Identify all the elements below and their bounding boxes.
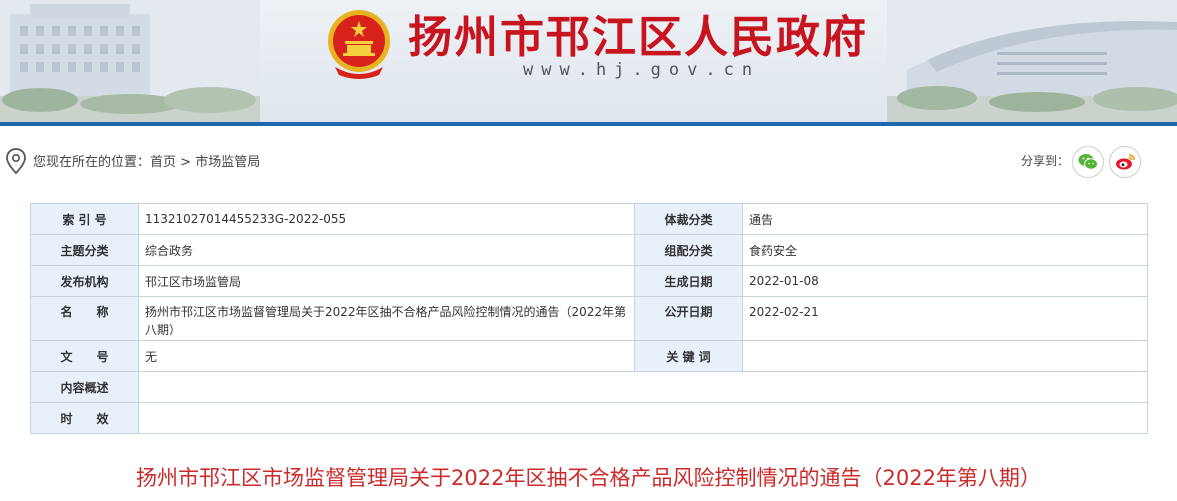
summary-value xyxy=(138,371,1148,403)
modern-building-illustration xyxy=(887,0,1177,122)
validity-label: 时 效 xyxy=(30,402,139,434)
weibo-icon xyxy=(1116,154,1135,170)
topic-label: 主题分类 xyxy=(30,234,139,266)
org-category-value: 食药安全 xyxy=(742,234,1148,266)
summary-label: 内容概述 xyxy=(30,371,139,403)
national-emblem-icon xyxy=(328,10,390,79)
published-date-label: 公开日期 xyxy=(634,296,743,341)
government-building-illustration xyxy=(0,0,260,122)
breadcrumb-bar: 您现在所在的位置：首页 > 市场监管局 分享到： xyxy=(0,126,1177,196)
topic-value: 综合政务 xyxy=(138,234,635,266)
table-row: 文 号 无 关 键 词 xyxy=(30,340,1148,372)
doc-name-value: 扬州市邗江区市场监督管理局关于2022年区抽不合格产品风险控制情况的通告（202… xyxy=(138,296,635,341)
index-no-value: 11321027014455233G-2022-055 xyxy=(138,203,635,235)
keywords-value xyxy=(742,340,1148,372)
genre-label: 体裁分类 xyxy=(634,203,743,235)
genre-value: 通告 xyxy=(742,203,1148,235)
table-row: 主题分类 综合政务 组配分类 食药安全 xyxy=(30,234,1148,266)
doc-number-label: 文 号 xyxy=(30,340,139,372)
breadcrumb-current-link[interactable]: 市场监管局 xyxy=(195,155,260,170)
article-title: 扬州市邗江区市场监督管理局关于2022年区抽不合格产品风险控制情况的通告（202… xyxy=(136,466,1041,490)
publisher-value: 邗江区市场监管局 xyxy=(138,265,635,297)
share-wechat-button[interactable] xyxy=(1072,146,1104,178)
org-category-label: 组配分类 xyxy=(634,234,743,266)
site-url[interactable]: www.hj.gov.cn xyxy=(523,60,760,80)
table-row: 名 称 扬州市邗江区市场监督管理局关于2022年区抽不合格产品风险控制情况的通告… xyxy=(30,296,1148,341)
publisher-label: 发布机构 xyxy=(30,265,139,297)
wechat-icon xyxy=(1078,154,1098,170)
table-row: 发布机构 邗江区市场监管局 生成日期 2022-01-08 xyxy=(30,265,1148,297)
doc-number-value: 无 xyxy=(138,340,635,372)
share-weibo-button[interactable] xyxy=(1109,146,1141,178)
breadcrumb: 您现在所在的位置：首页 > 市场监管局 xyxy=(33,151,260,170)
breadcrumb-home-link[interactable]: 首页 xyxy=(150,155,176,170)
table-row: 内容概述 xyxy=(30,371,1148,403)
site-title[interactable]: 扬州市邗江区人民政府 xyxy=(408,8,868,68)
table-row: 索 引 号 11321027014455233G-2022-055 体裁分类 通… xyxy=(30,203,1148,235)
index-no-label: 索 引 号 xyxy=(30,203,139,235)
created-date-label: 生成日期 xyxy=(634,265,743,297)
table-row: 时 效 xyxy=(30,402,1148,434)
keywords-label: 关 键 词 xyxy=(634,340,743,372)
site-banner: 扬州市邗江区人民政府 www.hj.gov.cn xyxy=(0,0,1177,122)
share-label: 分享到： xyxy=(1021,154,1070,168)
document-info-table: 索 引 号 11321027014455233G-2022-055 体裁分类 通… xyxy=(30,203,1148,434)
validity-value xyxy=(138,402,1148,434)
doc-name-label: 名 称 xyxy=(30,296,139,341)
breadcrumb-prefix: 您现在所在的位置： xyxy=(33,155,151,170)
published-date-value: 2022-02-21 xyxy=(742,296,1148,341)
location-pin-icon xyxy=(6,148,26,174)
created-date-value: 2022-01-08 xyxy=(742,265,1148,297)
breadcrumb-separator: > xyxy=(180,155,192,170)
